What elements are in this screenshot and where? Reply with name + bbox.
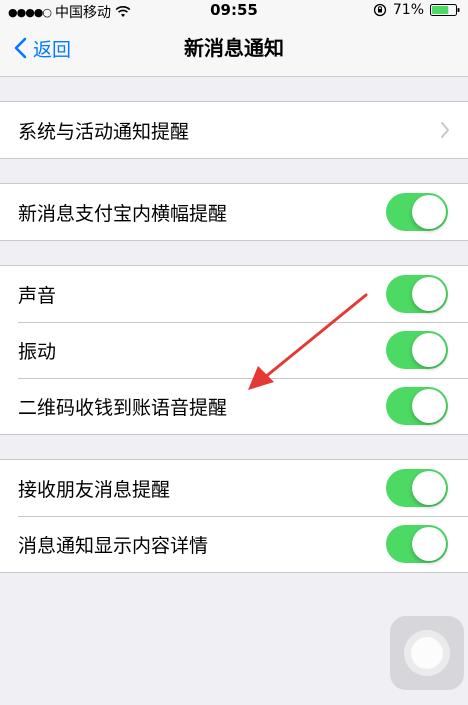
chevron-right-icon: [441, 122, 449, 138]
navigation-bar: 返回 新消息通知: [0, 20, 468, 77]
toggle-knob: [412, 389, 446, 423]
battery-icon: [430, 4, 460, 16]
row-system-activity-notify[interactable]: 系统与活动通知提醒: [0, 102, 468, 158]
vibrate-toggle[interactable]: [386, 331, 448, 369]
row-vibrate: 振动: [0, 322, 468, 378]
toggle-knob: [412, 277, 446, 311]
group-banner: 新消息支付宝内横幅提醒: [0, 183, 468, 241]
row-sound: 声音: [0, 266, 468, 322]
toggle-knob: [412, 471, 446, 505]
toggle-knob: [412, 195, 446, 229]
group-friends: 接收朋友消息提醒 消息通知显示内容详情: [0, 459, 468, 573]
row-label: 系统与活动通知提醒: [18, 120, 190, 143]
banner-toggle[interactable]: [386, 193, 448, 231]
toggle-knob: [412, 333, 446, 367]
status-right: 71%: [373, 2, 460, 18]
show-detail-toggle[interactable]: [386, 525, 448, 563]
row-show-detail: 消息通知显示内容详情: [0, 516, 468, 572]
group-sound: 声音 振动 二维码收钱到账语音提醒: [0, 265, 468, 435]
assistive-ring-inner: [411, 637, 443, 669]
group-system: 系统与活动通知提醒: [0, 101, 468, 159]
row-qr-voice: 二维码收钱到账语音提醒: [0, 378, 468, 434]
toggle-knob: [412, 527, 446, 561]
row-banner-notify: 新消息支付宝内横幅提醒: [0, 184, 468, 240]
assistive-touch-button[interactable]: [390, 616, 464, 690]
qr-voice-toggle[interactable]: [386, 387, 448, 425]
row-friend-messages: 接收朋友消息提醒: [0, 460, 468, 516]
page-title: 新消息通知: [184, 36, 284, 60]
battery-percent: 71%: [392, 2, 424, 18]
orientation-lock-icon: [373, 3, 387, 17]
sound-toggle[interactable]: [386, 275, 448, 313]
friend-msg-toggle[interactable]: [386, 469, 448, 507]
status-bar: ●●●●○ 中国移动 09:55 71%: [0, 0, 468, 21]
